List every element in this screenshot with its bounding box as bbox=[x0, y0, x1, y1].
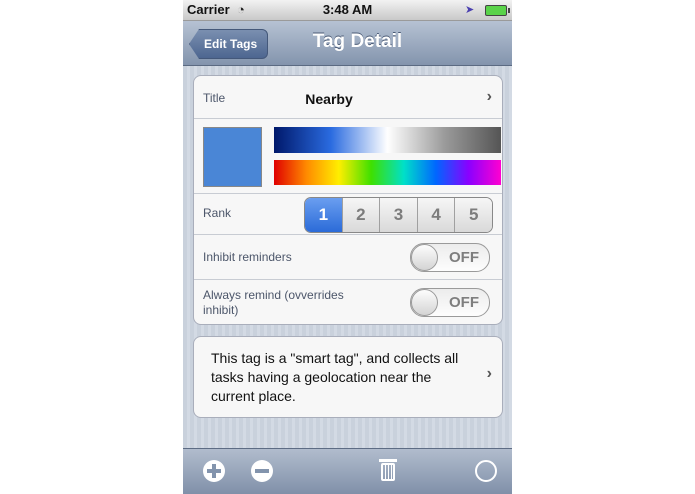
smart-tag-description: This tag is a "smart tag", and collects … bbox=[211, 350, 459, 404]
add-icon[interactable] bbox=[203, 460, 225, 482]
trash-icon[interactable] bbox=[379, 459, 397, 481]
toggle-knob bbox=[411, 289, 438, 316]
chevron-right-icon: › bbox=[486, 88, 492, 105]
battery-icon bbox=[485, 5, 510, 16]
rank-option-1[interactable]: 1 bbox=[305, 198, 342, 232]
iphone-screen: Carrier ◔ 3:48 AM ➤ Edit Tags Tag Detail… bbox=[183, 0, 512, 494]
chevron-right-icon: › bbox=[486, 365, 492, 382]
inhibit-reminders-row: Inhibit reminders OFF bbox=[194, 235, 502, 280]
toggle-knob bbox=[411, 244, 438, 271]
always-remind-row: Always remind (ovverrides inhibit) OFF bbox=[194, 280, 502, 324]
inhibit-reminders-toggle[interactable]: OFF bbox=[410, 243, 490, 272]
remove-icon[interactable] bbox=[251, 460, 273, 482]
rank-option-5[interactable]: 5 bbox=[454, 198, 492, 232]
rank-option-2[interactable]: 2 bbox=[341, 198, 380, 232]
rank-option-4[interactable]: 4 bbox=[416, 198, 455, 232]
color-row bbox=[194, 119, 502, 194]
selected-color-swatch bbox=[203, 127, 262, 187]
bottom-toolbar bbox=[183, 448, 512, 494]
location-icon: ➤ bbox=[465, 4, 475, 16]
title-value: Nearby bbox=[305, 91, 353, 107]
brightness-color-bar[interactable] bbox=[274, 127, 501, 153]
tag-settings-group: Title Nearby › Rank 1 2 3 4 5 Inhibit re… bbox=[193, 75, 503, 325]
inhibit-reminders-label: Inhibit reminders bbox=[203, 250, 292, 264]
toggle-state-text: OFF bbox=[449, 294, 479, 311]
rank-row: Rank 1 2 3 4 5 bbox=[194, 194, 502, 235]
rank-segmented-control[interactable]: 1 2 3 4 5 bbox=[304, 197, 493, 233]
rank-option-3[interactable]: 3 bbox=[379, 198, 417, 232]
rank-label: Rank bbox=[203, 206, 232, 220]
circle-icon[interactable] bbox=[475, 460, 497, 482]
navigation-bar: Edit Tags Tag Detail bbox=[183, 21, 512, 66]
toggle-state-text: OFF bbox=[449, 249, 479, 266]
smart-tag-description-cell[interactable]: This tag is a "smart tag", and collects … bbox=[193, 336, 503, 418]
page-title: Tag Detail bbox=[312, 31, 403, 52]
status-time: 3:48 AM bbox=[322, 2, 373, 17]
always-remind-toggle[interactable]: OFF bbox=[410, 288, 490, 317]
always-remind-label: Always remind (ovverrides inhibit) bbox=[203, 288, 344, 317]
status-bar: Carrier ◔ 3:48 AM ➤ bbox=[183, 0, 512, 21]
hue-color-bar[interactable] bbox=[274, 160, 501, 185]
title-row[interactable]: Title Nearby › bbox=[194, 76, 502, 119]
